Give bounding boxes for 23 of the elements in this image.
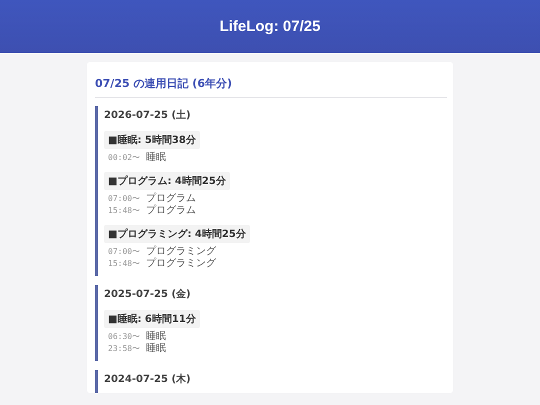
entry-time: 07:00〜 xyxy=(108,246,140,258)
entry-text: プログラム xyxy=(146,205,196,217)
entry-text: 睡眠 xyxy=(146,152,166,164)
day-heading: 2025-07-25 (金) xyxy=(104,288,192,302)
entry-time: 15:48〜 xyxy=(108,258,140,270)
category-summary: ■プログラム: 4時間25分 xyxy=(104,172,230,190)
entry-text: 睡眠 xyxy=(146,331,166,342)
entry-text: プログラミング xyxy=(146,246,216,258)
category-summary: ■プログラミング: 4時間25分 xyxy=(104,225,250,243)
entry-text: 睡眠 xyxy=(146,343,166,355)
entry-time: 23:58〜 xyxy=(108,343,140,355)
entry-time: 15:48〜 xyxy=(108,205,140,217)
entry-text: プログラム xyxy=(146,193,196,204)
category-summary: ■睡眠: 5時間38分 xyxy=(104,131,200,149)
entry-time: 07:00〜 xyxy=(108,193,140,205)
day-heading: 2024-07-25 (木) xyxy=(104,372,192,387)
entry-text: プログラミング xyxy=(146,258,216,270)
day-heading: 2026-07-25 (土) xyxy=(104,108,192,123)
category-summary: ■睡眠: 6時間11分 xyxy=(104,310,200,328)
entry-time: 06:30〜 xyxy=(108,331,140,343)
app-title: LifeLog: 07/25 xyxy=(220,18,320,35)
entry-time: 00:02〜 xyxy=(108,152,140,164)
card-title: 07/25 の連用日記 (6年分) xyxy=(95,70,447,98)
